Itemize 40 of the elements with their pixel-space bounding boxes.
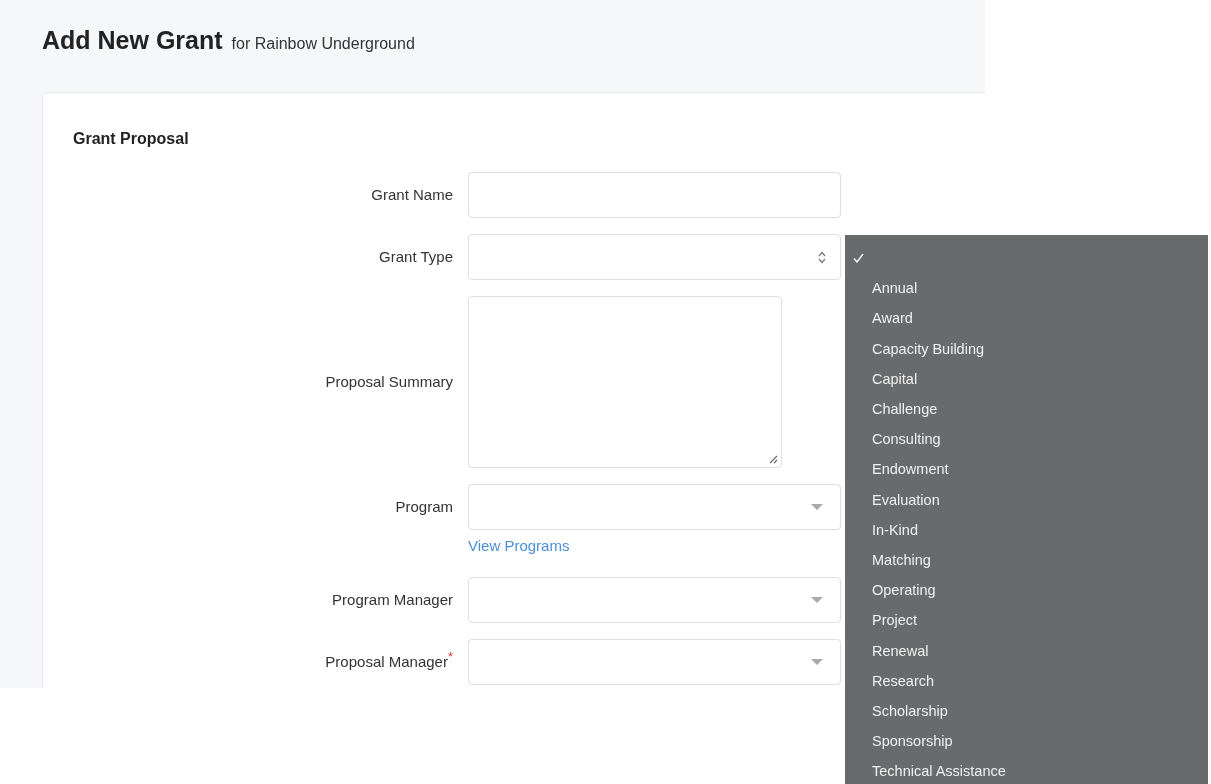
field-label: Program Manager — [332, 590, 453, 610]
input-field[interactable] — [468, 172, 841, 218]
menu-option[interactable]: In-Kind — [845, 514, 1208, 545]
menu-option[interactable]: Capacity Building — [845, 333, 1208, 364]
page-subtitle: for Rainbow Underground — [231, 35, 415, 53]
view-programs-link[interactable]: View Programs — [468, 537, 570, 554]
field-label: Grant Name — [371, 185, 453, 205]
menu-option[interactable]: Operating — [845, 575, 1208, 606]
checkmark-icon — [853, 253, 864, 264]
field-label: Proposal Summary — [325, 372, 453, 392]
select-field[interactable] — [468, 234, 841, 280]
menu-option[interactable]: Matching — [845, 544, 1208, 576]
dropdown-field[interactable] — [468, 639, 841, 685]
text-area[interactable] — [468, 296, 782, 468]
menu-option[interactable]: Consulting — [845, 424, 1208, 455]
caret-down-icon — [811, 597, 823, 603]
menu-option[interactable]: Research — [845, 665, 1208, 696]
menu-option[interactable]: Technical Assistance — [845, 756, 1208, 784]
chevron-up-down-icon — [818, 250, 826, 264]
caret-down-icon — [811, 659, 823, 665]
resize-grip-icon — [769, 455, 778, 464]
field-label: Grant Type — [379, 247, 453, 267]
menu-option[interactable]: Award — [845, 303, 1208, 334]
menu-option[interactable]: Renewal — [845, 635, 1208, 666]
field-label: Proposal Manager — [325, 652, 448, 672]
field-label: Program — [395, 497, 453, 517]
dropdown-field[interactable] — [468, 577, 841, 623]
menu-option[interactable]: Project — [845, 605, 1208, 636]
section-title: Grant Proposal — [73, 129, 190, 149]
menu-option[interactable]: Evaluation — [845, 484, 1208, 515]
menu-option[interactable]: Sponsorship — [845, 726, 1208, 757]
required-mark: * — [447, 648, 453, 664]
menu-option[interactable]: Capital — [845, 363, 1208, 394]
page-title: Add New Grant — [42, 26, 223, 55]
menu-option[interactable]: Endowment — [845, 454, 1208, 485]
menu-option[interactable]: Annual — [845, 273, 1208, 304]
caret-down-icon — [811, 504, 823, 510]
menu-option[interactable]: Challenge — [845, 393, 1208, 425]
menu-option[interactable]: Scholarship — [845, 695, 1208, 726]
dropdown-field[interactable] — [468, 484, 841, 530]
